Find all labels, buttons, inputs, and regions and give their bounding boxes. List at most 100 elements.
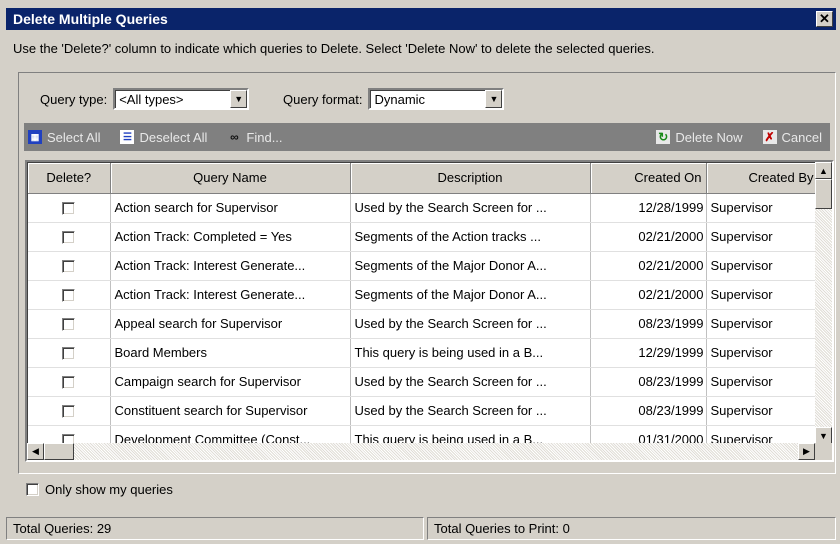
query-name-cell: Constituent search for Supervisor [110, 396, 351, 426]
deselect-all-label: Deselect All [139, 129, 208, 145]
deselect-all-button[interactable]: ☰ Deselect All [120, 130, 207, 145]
total-queries-status: Total Queries: 29 [6, 517, 424, 540]
created-on-cell: 12/28/1999 [590, 193, 707, 223]
query-name-cell: Board Members [110, 338, 351, 368]
query-type-filter: Query type: <All types> ▼ [40, 88, 250, 110]
column-header-created-by[interactable]: Created By [706, 163, 819, 194]
binoculars-icon: ∞ [230, 130, 239, 144]
delete-checkbox[interactable] [62, 289, 76, 303]
description-cell: Used by the Search Screen for ... [350, 396, 591, 426]
instructions-text: Use the 'Delete?' column to indicate whi… [13, 41, 655, 56]
status-bar: Total Queries: 29 Total Queries to Print… [6, 517, 836, 540]
created-by-cell: Supervisor [706, 193, 819, 223]
query-name-cell: Campaign search for Supervisor [110, 367, 351, 397]
query-format-filter: Query format: Dynamic ▼ [283, 88, 505, 110]
delete-now-icon: ↻ [656, 130, 671, 144]
created-by-cell: Supervisor [706, 338, 819, 368]
created-by-cell: Supervisor [706, 251, 819, 281]
scroll-right-button[interactable]: ▶ [798, 443, 815, 460]
query-name-cell: Action Track: Interest Generate... [110, 280, 351, 310]
created-on-cell: 08/23/1999 [590, 367, 707, 397]
query-name-cell: Action Track: Completed = Yes [110, 222, 351, 252]
column-header-query-name[interactable]: Query Name [110, 163, 351, 194]
table-row: Action Track: Interest Generate... Segme… [28, 280, 819, 310]
toolbar: ▦ Select All ☰ Deselect All ∞ Find... ↻ … [24, 123, 830, 151]
only-show-mine-label: Only show my queries [45, 482, 173, 497]
table-row: Campaign search for Supervisor Used by t… [28, 367, 819, 397]
table-row: Action search for Supervisor Used by the… [28, 193, 819, 223]
delete-checkbox[interactable] [62, 202, 76, 216]
table-row: Appeal search for Supervisor Used by the… [28, 309, 819, 339]
query-name-cell: Action Track: Interest Generate... [110, 251, 351, 281]
query-name-cell: Appeal search for Supervisor [110, 309, 351, 339]
cancel-icon: ✗ [762, 130, 777, 144]
table-row: Constituent search for Supervisor Used b… [28, 396, 819, 426]
header-row: Delete? Query Name Description Created O… [28, 163, 819, 194]
only-show-mine-checkbox[interactable] [26, 483, 39, 496]
query-type-label: Query type: [40, 91, 108, 107]
only-show-mine-option[interactable]: Only show my queries [26, 482, 173, 497]
find-label: Find... [246, 129, 283, 145]
select-all-button[interactable]: ▦ Select All [28, 130, 100, 145]
total-to-print-status: Total Queries to Print: 0 [427, 517, 836, 540]
cancel-button[interactable]: ✗ Cancel [762, 129, 822, 145]
scrollbar-corner [815, 443, 832, 460]
column-header-description[interactable]: Description [350, 163, 591, 194]
query-format-label: Query format: [283, 91, 363, 107]
description-cell: Segments of the Action tracks ... [350, 222, 591, 252]
delete-checkbox[interactable] [62, 376, 76, 390]
chevron-down-icon[interactable]: ▼ [230, 90, 248, 108]
delete-now-button[interactable]: ↻ Delete Now [656, 129, 743, 145]
table-row: Action Track: Interest Generate... Segme… [28, 251, 819, 281]
title-bar: Delete Multiple Queries ✕ [6, 8, 836, 30]
query-type-select[interactable]: <All types> ▼ [113, 88, 250, 110]
query-type-value: <All types> [119, 92, 184, 107]
column-header-delete[interactable]: Delete? [28, 163, 111, 194]
queries-grid: Delete? Query Name Description Created O… [25, 160, 834, 462]
horizontal-scroll-thumb[interactable] [44, 443, 74, 460]
created-on-cell: 02/21/2000 [590, 251, 707, 281]
queries-table: Delete? Query Name Description Created O… [28, 163, 819, 455]
created-on-cell: 02/21/2000 [590, 222, 707, 252]
select-all-icon: ▦ [28, 130, 42, 144]
delete-now-label: Delete Now [675, 129, 743, 145]
description-cell: Used by the Search Screen for ... [350, 309, 591, 339]
column-header-created-on[interactable]: Created On [590, 163, 707, 194]
delete-checkbox[interactable] [62, 260, 76, 274]
delete-checkbox[interactable] [62, 318, 76, 332]
query-name-cell: Action search for Supervisor [110, 193, 351, 223]
created-by-cell: Supervisor [706, 396, 819, 426]
created-on-cell: 08/23/1999 [590, 396, 707, 426]
delete-checkbox[interactable] [62, 231, 76, 245]
description-cell: Used by the Search Screen for ... [350, 367, 591, 397]
horizontal-scrollbar[interactable]: ◀ ▶ [27, 443, 815, 460]
created-by-cell: Supervisor [706, 367, 819, 397]
window-title: Delete Multiple Queries [13, 11, 168, 27]
query-format-value: Dynamic [374, 92, 426, 107]
close-button[interactable]: ✕ [816, 11, 833, 27]
chevron-down-icon[interactable]: ▼ [485, 90, 503, 108]
delete-checkbox[interactable] [62, 347, 76, 361]
delete-checkbox[interactable] [62, 405, 76, 419]
cancel-label: Cancel [781, 129, 822, 145]
query-format-select[interactable]: Dynamic ▼ [368, 88, 505, 110]
created-on-cell: 02/21/2000 [590, 280, 707, 310]
description-cell: This query is being used in a B... [350, 338, 591, 368]
description-cell: Segments of the Major Donor A... [350, 280, 591, 310]
vertical-scrollbar[interactable]: ▲ ▼ [815, 162, 832, 444]
select-all-label: Select All [47, 129, 101, 145]
created-on-cell: 08/23/1999 [590, 309, 707, 339]
created-by-cell: Supervisor [706, 309, 819, 339]
scroll-up-button[interactable]: ▲ [815, 162, 832, 179]
table-row: Board Members This query is being used i… [28, 338, 819, 368]
table-row: Action Track: Completed = Yes Segments o… [28, 222, 819, 252]
deselect-all-icon: ☰ [120, 130, 135, 144]
description-cell: Used by the Search Screen for ... [350, 193, 591, 223]
created-by-cell: Supervisor [706, 222, 819, 252]
scroll-left-button[interactable]: ◀ [27, 443, 44, 460]
created-on-cell: 12/29/1999 [590, 338, 707, 368]
vertical-scroll-thumb[interactable] [815, 179, 832, 209]
scroll-down-button[interactable]: ▼ [815, 427, 832, 444]
find-button[interactable]: ∞ Find... [227, 130, 282, 145]
description-cell: Segments of the Major Donor A... [350, 251, 591, 281]
